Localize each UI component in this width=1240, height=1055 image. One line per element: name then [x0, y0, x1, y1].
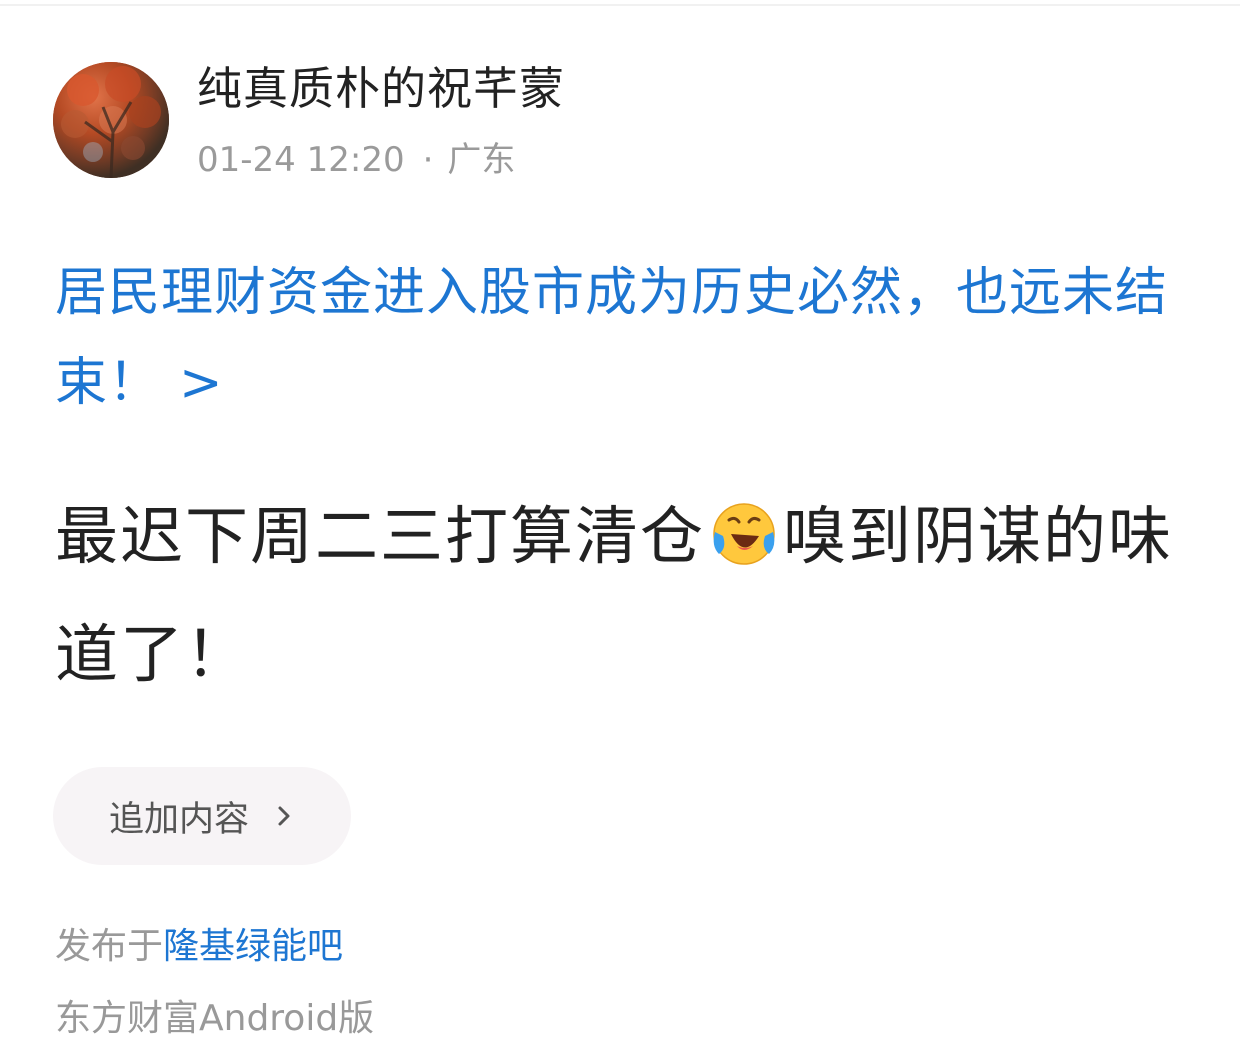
post-location: 广东: [447, 140, 516, 180]
append-content-label: 追加内容: [108, 799, 249, 840]
top-divider: [0, 4, 1240, 6]
posted-in-prefix: 发布于: [55, 926, 164, 967]
avatar[interactable]: [53, 62, 169, 178]
author-name[interactable]: 纯真质朴的祝芊蒙: [197, 60, 565, 118]
post-timestamp: 01-24 12:20: [197, 140, 405, 180]
forum-link[interactable]: 隆基绿能吧: [163, 926, 343, 967]
chevron-right-icon: [278, 806, 290, 826]
append-content-button[interactable]: 追加内容: [53, 767, 351, 865]
post-body-text-1: 最迟下周二三打算清仓: [55, 500, 705, 573]
posted-in-line: 发布于隆基绿能吧: [55, 922, 343, 972]
post-meta: 01-24 12:20 · 广东: [197, 138, 515, 182]
post-body: 最迟下周二三打算清仓 嗅到阴谋的味道了！: [55, 478, 1205, 714]
avatar-image: [53, 62, 169, 178]
source-client: 东方财富Android版: [55, 998, 375, 1039]
meta-separator: ·: [422, 140, 434, 180]
article-link-chevron: >: [179, 353, 224, 413]
related-article-link[interactable]: 居民理财资金进入股市成为历史必然，也远未结束！ >: [55, 248, 1190, 428]
laughing-crying-emoji-icon: [713, 503, 775, 565]
